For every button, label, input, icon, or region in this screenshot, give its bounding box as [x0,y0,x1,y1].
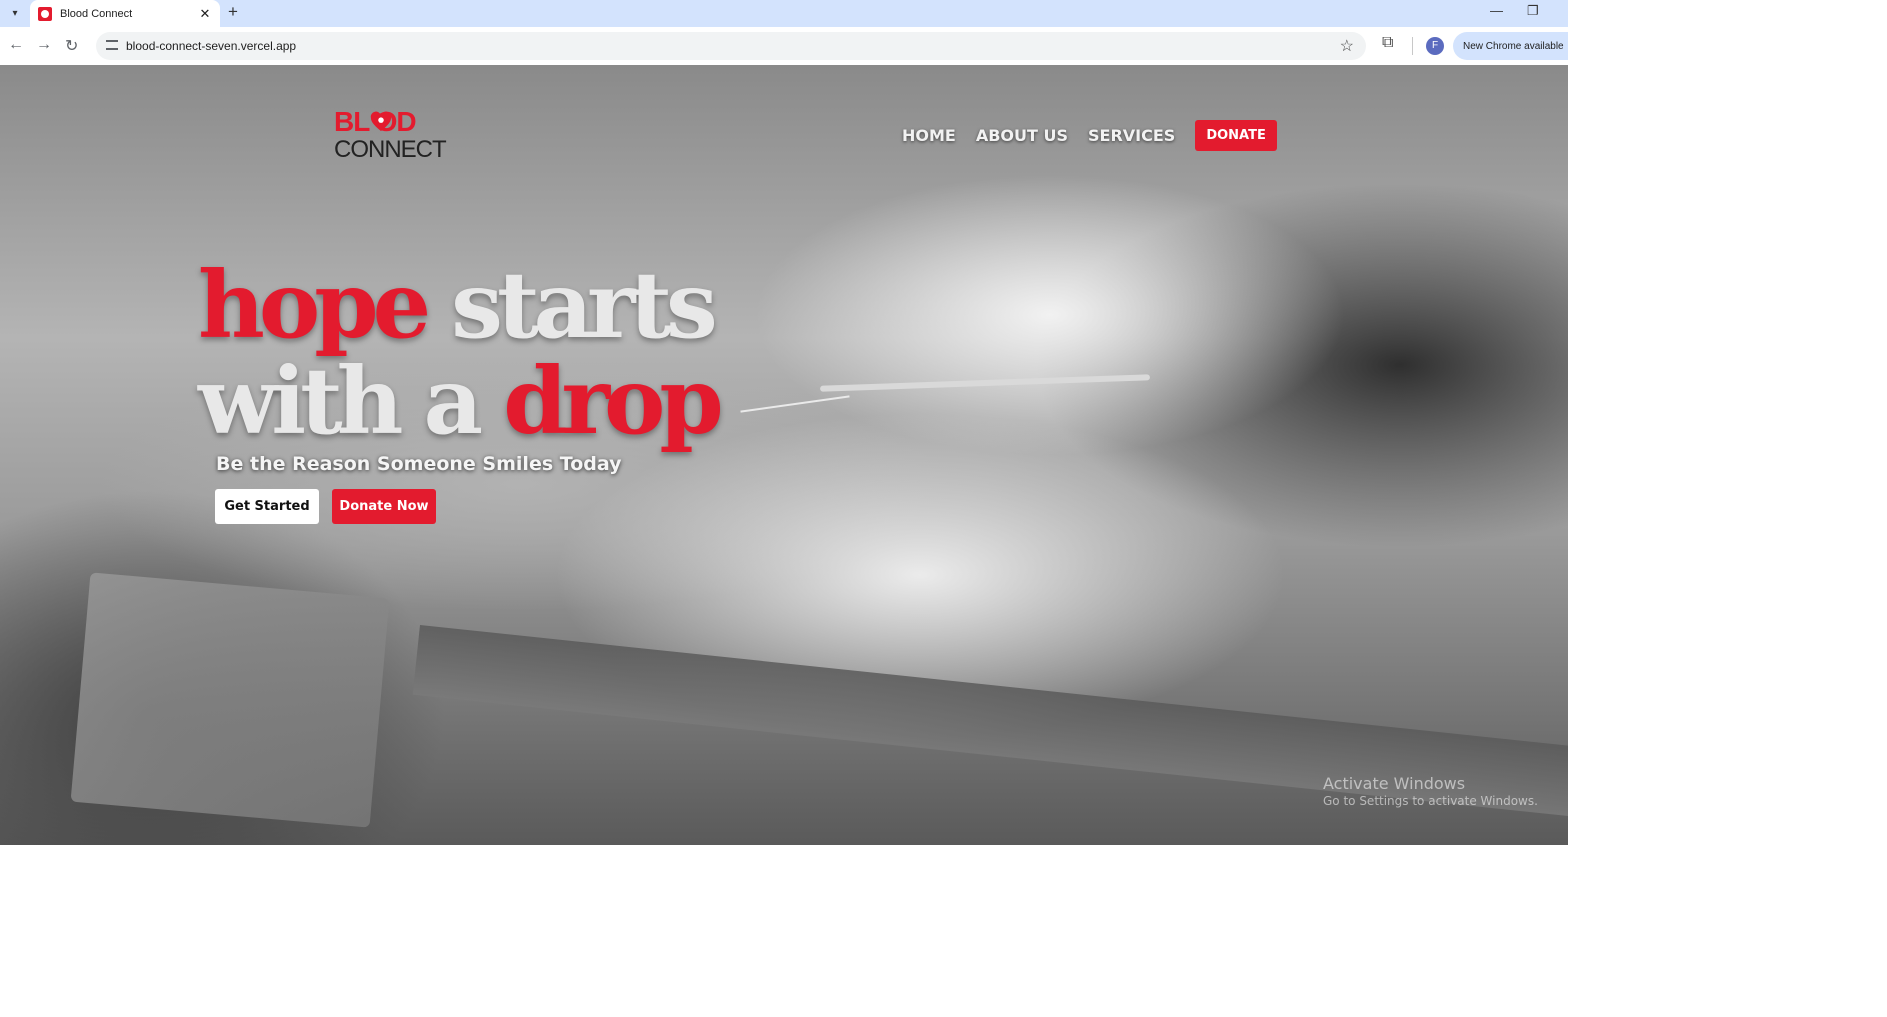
headline-word-hope: hope [198,251,431,359]
hero-photo-blood-bag [70,572,390,828]
nav-donate-button[interactable]: DONATE [1195,119,1277,151]
url-text[interactable]: blood-connect-seven.vercel.app [126,39,296,53]
hero-tagline: Be the Reason Someone Smiles Today [216,453,622,475]
new-chrome-button[interactable]: New Chrome available [1453,32,1568,60]
address-bar[interactable]: blood-connect-seven.vercel.app ☆ [96,32,1366,60]
close-icon[interactable]: ✕ [196,6,214,22]
headline-words-with-a: with a [198,347,483,455]
back-icon[interactable]: ← [8,36,24,54]
plus-icon[interactable]: + [228,2,238,22]
heart-icon [370,111,392,132]
hero-photo-needle [740,395,850,413]
hero-photo-tube [819,374,1151,392]
extensions-icon[interactable]: ⧉ [1382,34,1393,52]
get-started-button[interactable]: Get Started [215,489,319,524]
browser-tab[interactable]: Blood Connect ✕ [30,0,220,27]
restore-icon[interactable]: ❐ [1527,3,1539,19]
main-nav: HOME ABOUT US SERVICES DONATE [902,119,1277,151]
hero-section: BL OD CONNECT HOME ABOUT US SERVICES DON… [0,65,1568,845]
nav-home[interactable]: HOME [902,126,956,145]
hero-headline: hope starts with a drop [198,257,724,449]
nav-about-us[interactable]: ABOUT US [976,126,1068,145]
activate-windows-title: Activate Windows [1323,774,1466,793]
profile-avatar[interactable]: F [1426,37,1444,55]
toolbar-divider [1412,37,1413,55]
site-info-icon[interactable] [106,40,118,50]
site-logo[interactable]: BL OD CONNECT [334,107,447,165]
tab-search-icon[interactable]: ▾ [4,3,26,23]
activate-windows-subtitle: Go to Settings to activate Windows. [1323,794,1538,808]
star-icon[interactable]: ☆ [1340,36,1354,56]
minimize-icon[interactable]: — [1490,3,1503,18]
headline-word-starts: starts [451,251,718,359]
reload-icon[interactable]: ↻ [65,36,78,56]
headline-word-drop: drop [503,347,723,455]
donate-now-button[interactable]: Donate Now [332,489,436,524]
tab-title: Blood Connect [60,7,133,20]
logo-wordmark-bottom: CONNECT [334,136,447,163]
favicon-icon [38,6,52,21]
forward-icon[interactable]: → [36,36,52,54]
nav-services[interactable]: SERVICES [1088,126,1175,145]
screen-area-bottom [0,845,1887,1017]
